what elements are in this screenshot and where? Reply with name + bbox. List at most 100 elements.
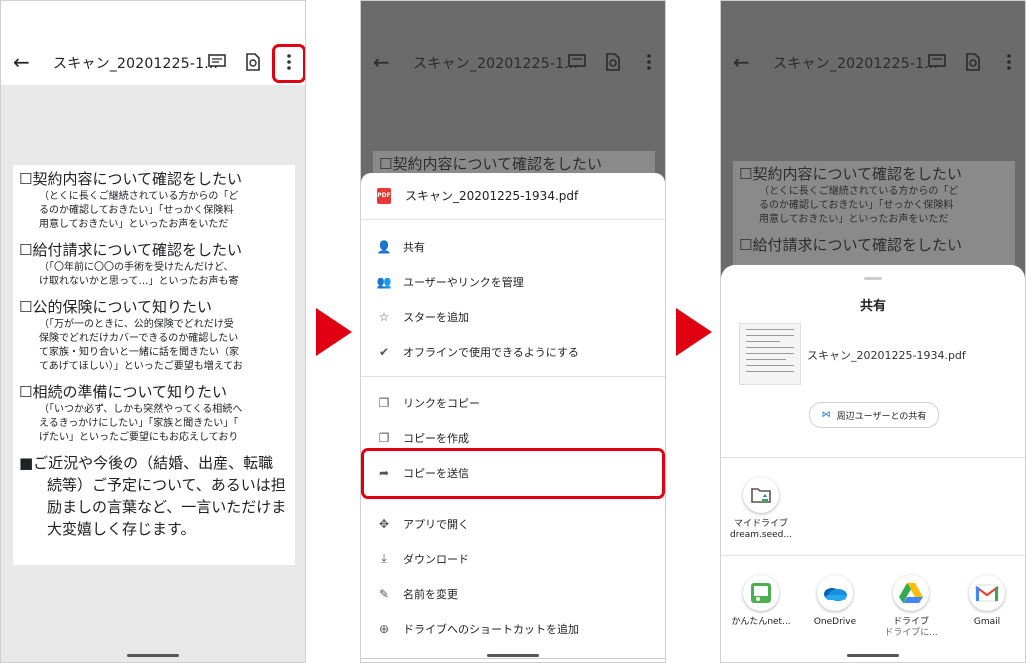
document-page: ☐契約内容について確認をしたい （とくに長くご継続されている方からの「ど るのか確認… (13, 165, 295, 565)
menu-item-label: スターを追加 (403, 310, 469, 324)
document-heading-line: ☐契約内容について確認をしたい (379, 155, 602, 173)
divider (721, 457, 1025, 458)
gesture-bar (847, 654, 899, 657)
open-with-icon: ✥ (378, 516, 390, 531)
nearby-share-button[interactable]: ⋈ 周辺ユーザーとの共有 (809, 402, 939, 428)
menu-item-label: オフラインで使用できるようにする (403, 345, 579, 359)
document-text-line: け取れないかと思って…」といったお声も寄 (39, 276, 239, 287)
more-menu-highlight (272, 44, 305, 83)
document-page-dimmed: ☐契約内容について確認をしたい （とくに長くご継続されている方からの「ど るのか確認… (733, 161, 1015, 265)
menu-item-label: 共有 (403, 240, 425, 254)
menu-item-add-shortcut[interactable]: ⊕ ドライブへのショートカットを追加 (361, 611, 665, 646)
document-area: ☐契約内容について確認をしたい （とくに長くご継続されている方からの「ど るのか確認… (1, 85, 305, 662)
document-heading-line: ■ご近況や今後の（結婚、出産、転職 (19, 454, 274, 472)
menu-item-label: コピーを作成 (403, 431, 469, 445)
document-heading-line: ☐契約内容について確認をしたい (19, 170, 242, 188)
menu-item-label: アプリで開く (403, 517, 469, 531)
document-text-line: 保険でどれだけカバーできるのか確認したい (39, 333, 239, 344)
back-arrow-icon[interactable]: ← (733, 51, 750, 73)
more-vert-icon[interactable] (639, 52, 659, 72)
manage-users-icon: 👥 (376, 274, 392, 289)
screen-3-share-sheet: ← スキャン_20201225-1... ☐契約内容について確認をしたい （とくに… (720, 0, 1026, 663)
comment-icon[interactable] (927, 52, 947, 72)
menu-item-star[interactable]: ☆ スターを追加 (361, 299, 665, 334)
back-arrow-icon[interactable]: ← (13, 51, 30, 73)
menu-item-offline[interactable]: ✔ オフラインで使用できるようにする (361, 334, 665, 369)
share-app-google-drive[interactable]: ドライブ ドライブに... (873, 575, 949, 639)
copy-link-icon: ❐ (378, 395, 390, 410)
share-app-label: OneDrive (813, 617, 857, 627)
screen-2-more-menu: ← スキャン_20201225-1... ☐契約内容について確認をしたい PDF… (360, 0, 666, 663)
nearby-share-icon: ⋈ (821, 410, 831, 420)
folder-drive-icon (743, 477, 779, 513)
share-app-label: ドライブ (892, 617, 929, 627)
direct-share-target-my-drive[interactable]: マイドライブ dream.seed... (723, 477, 799, 541)
menu-item-rename[interactable]: ✎ 名前を変更 (361, 576, 665, 611)
app-bar: ← スキャン_20201225-1... (721, 1, 1025, 85)
comment-icon[interactable] (207, 52, 227, 72)
find-in-page-icon[interactable] (963, 52, 983, 72)
screen-1-document-viewer: ← スキャン_20201225-1... ☐契約内容について確認をしたい （とくに… (0, 0, 306, 663)
document-title: スキャン_20201225-1... (413, 56, 579, 72)
share-app-gmail[interactable]: Gmail (949, 575, 1025, 628)
document-heading-line: ☐公的保険について知りたい (19, 298, 212, 316)
person-add-icon: 👤 (376, 239, 392, 254)
offline-icon: ✔ (378, 344, 390, 359)
share-sheet: 共有 スキャン_20201225-1934.pdf ⋈ 周辺ユーザーとの共有 マ… (721, 265, 1025, 662)
step-arrow-icon (676, 308, 712, 356)
document-text-line: げたい」といったご要望にもお応えしており (39, 432, 239, 443)
document-text-line: 用意しておきたい」といったお声をいただ (39, 219, 229, 230)
document-heading-line: 励ましの言葉など、一言いただけま (47, 498, 287, 516)
divider (361, 219, 665, 220)
document-text-line: るのか確認しておきたい」「せっかく保険料 (759, 200, 954, 211)
file-thumbnail (739, 323, 801, 385)
document-heading-line: 続等）ご予定について、あるいは担 (47, 476, 286, 494)
menu-item-copy-link[interactable]: ❐ リンクをコピー (361, 385, 665, 420)
menu-item-label: リンクをコピー (403, 396, 480, 410)
kantan-net-icon (743, 575, 779, 611)
document-text-line: るのか確認しておきたい」「せっかく保険料 (39, 205, 234, 216)
menu-item-label: 名前を変更 (403, 587, 458, 601)
add-shortcut-icon: ⊕ (378, 621, 390, 636)
back-arrow-icon[interactable]: ← (373, 51, 390, 73)
divider (361, 376, 665, 377)
menu-item-label: ダウンロード (403, 552, 469, 566)
document-text-line: （「いつか必ず、しかも突然やってくる相続へ (39, 404, 243, 415)
step-arrow-icon (316, 308, 352, 356)
document-title: スキャン_20201225-1... (773, 56, 939, 72)
share-app-kantan-net[interactable]: かんたんnet... (723, 575, 799, 628)
share-app-onedrive[interactable]: OneDrive (797, 575, 873, 628)
star-icon: ☆ (378, 309, 390, 324)
app-bar: ← スキャン_20201225-1... (1, 1, 305, 85)
comment-icon[interactable] (567, 52, 587, 72)
share-app-label: かんたんnet... (731, 617, 791, 627)
direct-target-line2: dream.seed... (730, 530, 792, 540)
menu-item-open-with[interactable]: ✥ アプリで開く (361, 506, 665, 541)
document-heading-line: ☐給付請求について確認をしたい (739, 236, 962, 254)
onedrive-icon (817, 575, 853, 611)
more-vert-icon[interactable] (999, 52, 1019, 72)
menu-item-download[interactable]: ⤓ ダウンロード (361, 541, 665, 576)
document-text-line: （とくに長くご継続されている方からの「ど (759, 186, 959, 197)
make-copy-icon: ❐ (378, 430, 390, 445)
sheet-filename: スキャン_20201225-1934.pdf (405, 189, 579, 203)
gmail-icon (969, 575, 1005, 611)
google-drive-icon (893, 575, 929, 611)
document-heading-line: ☐相続の準備について知りたい (19, 383, 227, 401)
document-text-line: えるきっかけにしたい」「家族と聞きたい」「 (39, 418, 239, 429)
share-app-label: Gmail (973, 617, 1001, 627)
menu-item-person-add[interactable]: 👤 共有 (361, 229, 665, 264)
find-in-page-icon[interactable] (243, 52, 263, 72)
nearby-share-label: 周辺ユーザーとの共有 (836, 411, 927, 422)
app-bar: ← スキャン_20201225-1... (361, 1, 665, 85)
document-page-dimmed: ☐契約内容について確認をしたい (373, 151, 655, 173)
document-heading-line: ☐給付請求について確認をしたい (19, 241, 242, 259)
document-text-line: てあげてほしい）」といったご要望も増えてお (39, 361, 243, 372)
menu-item-manage-users[interactable]: 👥 ユーザーやリンクを管理 (361, 264, 665, 299)
gesture-bar (127, 654, 179, 657)
sheet-drag-handle[interactable] (864, 277, 882, 280)
document-heading-line: 大変嬉しく存じます。 (47, 520, 196, 538)
document-title: スキャン_20201225-1... (53, 56, 219, 72)
share-sheet-title: 共有 (859, 299, 886, 314)
find-in-page-icon[interactable] (603, 52, 623, 72)
